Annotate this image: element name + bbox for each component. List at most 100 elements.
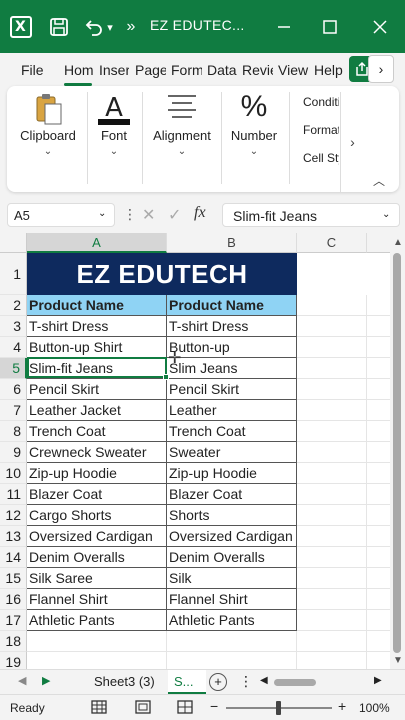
- empty-cell[interactable]: [297, 589, 367, 610]
- empty-cell[interactable]: [297, 484, 367, 505]
- table-cell[interactable]: Trench Coat: [27, 421, 167, 442]
- empty-cell[interactable]: [367, 505, 390, 526]
- empty-cell[interactable]: [297, 379, 367, 400]
- table-cell[interactable]: Leather: [167, 400, 297, 421]
- ribbon-tabs-scroll-right-button[interactable]: ›: [368, 55, 394, 83]
- more-commands-icon[interactable]: »: [124, 14, 138, 40]
- empty-cell[interactable]: [367, 484, 390, 505]
- column-header-a[interactable]: A: [27, 233, 167, 253]
- page-layout-view-icon[interactable]: [134, 698, 152, 716]
- table-cell[interactable]: Athletic Pants: [167, 610, 297, 631]
- empty-cell[interactable]: [27, 631, 167, 652]
- row-header-17[interactable]: 17: [0, 610, 27, 631]
- cancel-icon[interactable]: ✕: [142, 205, 155, 225]
- empty-cell[interactable]: [297, 505, 367, 526]
- minimize-icon[interactable]: [272, 14, 296, 40]
- check-icon[interactable]: ✓: [168, 205, 181, 225]
- ribbon-scroll-right-button[interactable]: ›: [340, 92, 364, 192]
- table-cell[interactable]: Shorts: [167, 505, 297, 526]
- cell-styles-button[interactable]: Cell Styles: [299, 148, 339, 168]
- zoom-slider-knob[interactable]: [276, 701, 281, 715]
- empty-cell[interactable]: [367, 316, 390, 337]
- close-icon[interactable]: [368, 14, 392, 40]
- empty-cell[interactable]: [367, 358, 390, 379]
- tab-formulas[interactable]: Formulas: [171, 62, 202, 78]
- table-cell[interactable]: Pencil Skirt: [27, 379, 167, 400]
- row-header-10[interactable]: 10: [0, 463, 27, 484]
- empty-cell[interactable]: [297, 526, 367, 547]
- sheet-tab-sheet3-3[interactable]: Sheet3 (3): [86, 670, 163, 694]
- tab-home[interactable]: Home: [64, 62, 94, 78]
- empty-cell[interactable]: [297, 547, 367, 568]
- empty-cell[interactable]: [297, 610, 367, 631]
- row-header-9[interactable]: 9: [0, 442, 27, 463]
- column-header-c[interactable]: C: [297, 233, 367, 253]
- empty-cell[interactable]: [367, 379, 390, 400]
- table-cell[interactable]: Zip-up Hoodie: [167, 463, 297, 484]
- table-header-cell[interactable]: Product Name: [27, 295, 167, 316]
- table-cell[interactable]: Button-up: [167, 337, 297, 358]
- number-group[interactable]: % Number ⌄: [225, 86, 283, 192]
- column-header-d[interactable]: [367, 233, 390, 253]
- empty-cell[interactable]: [367, 337, 390, 358]
- chevron-down-icon[interactable]: ⌄: [382, 209, 390, 220]
- chevron-down-icon[interactable]: ⌄: [98, 208, 106, 219]
- format-as-table-button[interactable]: Format as Table: [299, 120, 339, 140]
- banner-title[interactable]: EZ EDUTECH: [27, 253, 297, 295]
- table-cell[interactable]: Denim Overalls: [27, 547, 167, 568]
- vertical-scroll-thumb[interactable]: [393, 253, 401, 653]
- scroll-up-icon[interactable]: ▲: [393, 237, 403, 248]
- table-cell[interactable]: Cargo Shorts: [27, 505, 167, 526]
- collapse-ribbon-icon[interactable]: ︿: [373, 172, 385, 189]
- scroll-left-icon[interactable]: ◀: [260, 675, 268, 686]
- zoom-in-button[interactable]: +: [338, 698, 346, 714]
- empty-cell[interactable]: [367, 652, 390, 669]
- empty-cell[interactable]: [297, 631, 367, 652]
- empty-cell[interactable]: [367, 610, 390, 631]
- font-group[interactable]: A Font ⌄: [91, 86, 137, 192]
- table-cell[interactable]: Leather Jacket: [27, 400, 167, 421]
- table-cell[interactable]: Trench Coat: [167, 421, 297, 442]
- tab-file[interactable]: File: [21, 62, 47, 78]
- sheet-menu-icon[interactable]: ⋮: [239, 673, 253, 690]
- row-header-19[interactable]: 19: [0, 652, 27, 669]
- row-header-6[interactable]: 6: [0, 379, 27, 400]
- tab-review[interactable]: Review: [242, 62, 273, 78]
- row-header-13[interactable]: 13: [0, 526, 27, 547]
- row-header-4[interactable]: 4: [0, 337, 27, 358]
- row-header-11[interactable]: 11: [0, 484, 27, 505]
- row-header-16[interactable]: 16: [0, 589, 27, 610]
- sheet-tab-active[interactable]: S...: [168, 670, 206, 694]
- formula-input[interactable]: Slim-fit Jeans: [222, 203, 400, 227]
- table-cell[interactable]: Silk: [167, 568, 297, 589]
- table-cell[interactable]: Crewneck Sweater: [27, 442, 167, 463]
- row-header-8[interactable]: 8: [0, 421, 27, 442]
- row-header-2[interactable]: 2: [0, 295, 27, 316]
- scroll-down-icon[interactable]: ▼: [393, 655, 403, 666]
- maximize-icon[interactable]: [318, 14, 342, 40]
- tab-help[interactable]: Help: [314, 62, 346, 78]
- tab-view[interactable]: View: [278, 62, 309, 78]
- table-cell[interactable]: Denim Overalls: [167, 547, 297, 568]
- table-cell[interactable]: Pencil Skirt: [167, 379, 297, 400]
- row-header-14[interactable]: 14: [0, 547, 27, 568]
- fill-handle[interactable]: [163, 374, 169, 380]
- empty-cell[interactable]: [167, 631, 297, 652]
- table-cell[interactable]: Zip-up Hoodie: [27, 463, 167, 484]
- empty-cell[interactable]: [297, 442, 367, 463]
- empty-cell[interactable]: [367, 526, 390, 547]
- more-vertical-icon[interactable]: ⋮: [123, 206, 137, 223]
- empty-cell[interactable]: [297, 316, 367, 337]
- empty-cell[interactable]: [367, 589, 390, 610]
- horizontal-scroll-thumb[interactable]: [274, 679, 316, 686]
- tab-page-layout[interactable]: Page Layout: [135, 62, 166, 78]
- empty-cell[interactable]: [167, 652, 297, 669]
- empty-cell[interactable]: [367, 442, 390, 463]
- row-header-15[interactable]: 15: [0, 568, 27, 589]
- table-cell[interactable]: Flannel Shirt: [27, 589, 167, 610]
- column-header-b[interactable]: B: [167, 233, 297, 253]
- vertical-scrollbar[interactable]: ▲ ▼: [390, 233, 405, 669]
- scroll-right-icon[interactable]: ▶: [374, 675, 382, 686]
- normal-view-icon[interactable]: [90, 698, 108, 716]
- empty-cell[interactable]: [367, 400, 390, 421]
